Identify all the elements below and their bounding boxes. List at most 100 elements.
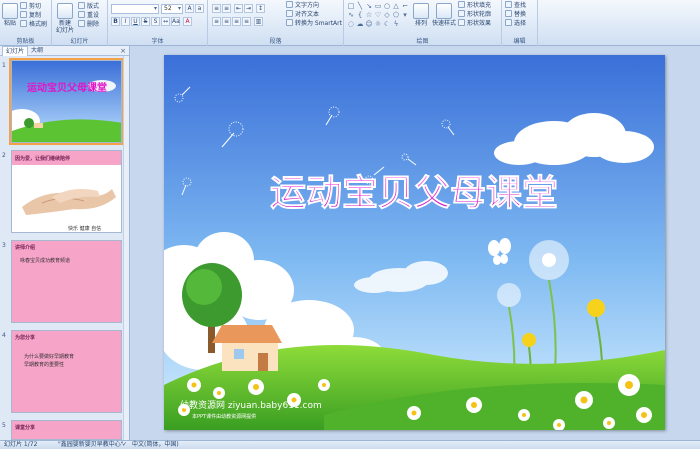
clipboard-group: 粘贴 剪切 复制 格式刷 剪贴板: [0, 0, 52, 46]
spell-check-icon[interactable]: ✓: [122, 441, 127, 449]
delete-slide-button[interactable]: 删除: [78, 20, 99, 29]
align-text-button[interactable]: 对齐文本: [286, 10, 319, 19]
underline-button[interactable]: U: [131, 17, 140, 26]
thumb-number: 3: [2, 242, 6, 249]
shape-line-icon[interactable]: ╲: [356, 2, 364, 10]
panel-scrollbar[interactable]: [123, 56, 129, 440]
slide-count: 幻灯片 1/72: [4, 441, 38, 448]
slide-thumbnail-2[interactable]: 因为爱，让我们继续陪伴 快乐 健康 自信: [11, 150, 122, 233]
thumb-3-line1: 咏春宝贝成功教育频道: [20, 258, 71, 264]
thumb-1-title: 运动宝贝父母课堂: [27, 81, 107, 94]
thumb-number: 4: [2, 332, 6, 339]
slide-thumbnail-1[interactable]: 运动宝贝父母课堂: [9, 58, 124, 145]
editing-group: 查找 替换 选择 编辑: [502, 0, 538, 46]
slide-thumbnail-3[interactable]: 讲师介绍 咏春宝贝成功教育频道: [11, 240, 122, 323]
align-text-icon: [286, 10, 293, 17]
shadow-button[interactable]: S: [151, 17, 160, 26]
shape-outline-button[interactable]: 形状轮廓: [458, 10, 491, 19]
text-direction-button[interactable]: 文字方向: [286, 1, 319, 10]
case-button[interactable]: Aa: [171, 17, 180, 26]
reset-button[interactable]: 重设: [78, 11, 99, 20]
tab-slides[interactable]: 幻灯片: [2, 46, 29, 56]
shape-oval-icon[interactable]: ○: [383, 2, 391, 10]
shape-pentagon-icon[interactable]: ⬠: [392, 11, 400, 19]
align-center-button[interactable]: ≡: [222, 17, 231, 26]
layout-icon: [78, 2, 85, 9]
replace-button[interactable]: 替换: [505, 10, 526, 19]
shrink-font-button[interactable]: a: [195, 4, 204, 13]
font-color-button[interactable]: A: [183, 17, 192, 26]
drawing-label: 绘图: [416, 38, 429, 45]
shape-sun-icon[interactable]: ☼: [374, 20, 382, 28]
strikethrough-button[interactable]: S: [141, 17, 150, 26]
shape-fill-button[interactable]: 形状填充: [458, 1, 491, 10]
thumb-3-title: 讲师介绍: [15, 245, 36, 251]
slide-thumbnail-5[interactable]: 课堂分享: [11, 420, 122, 440]
shape-bend-icon[interactable]: ⌐: [401, 2, 409, 10]
shape-bolt-icon[interactable]: ϟ: [392, 20, 400, 28]
line-spacing-button[interactable]: ↕: [256, 4, 265, 13]
font-name-combo[interactable]: [111, 4, 159, 14]
fill-icon: [458, 1, 465, 8]
find-button[interactable]: 查找: [505, 1, 526, 10]
paste-button[interactable]: 粘贴: [2, 3, 18, 27]
shape-triangle-icon[interactable]: △: [392, 2, 400, 10]
arrange-button[interactable]: 排列: [412, 3, 430, 27]
quick-styles-icon: [436, 3, 452, 19]
bullets-button[interactable]: ≡: [212, 4, 221, 13]
house: [212, 325, 282, 371]
smartart-button[interactable]: 转换为 SmartArt: [286, 19, 342, 28]
shape-arrow-icon[interactable]: ↘: [365, 2, 373, 10]
close-icon[interactable]: ×: [120, 46, 126, 56]
format-painter-button[interactable]: 格式刷: [20, 20, 47, 29]
slides-label: 幻灯片: [70, 38, 89, 45]
shape-more-icon[interactable]: ▾: [401, 11, 409, 19]
decrease-indent-button[interactable]: ⇤: [234, 4, 243, 13]
new-slide-icon: [57, 3, 73, 19]
cut-button[interactable]: 剪切: [20, 2, 41, 11]
slide-title[interactable]: 运动宝贝父母课堂: [270, 173, 559, 215]
shape-smile-icon[interactable]: ☺: [365, 20, 373, 28]
watermark-small: 本PPT课件由幼教资源网提供: [192, 413, 256, 420]
hands-image: [22, 189, 116, 215]
shape-star-icon[interactable]: ☆: [365, 11, 373, 19]
shape-effects-button[interactable]: 形状效果: [458, 19, 491, 28]
numbering-button[interactable]: ≡: [222, 4, 231, 13]
shape-rect-icon[interactable]: □: [347, 2, 355, 10]
font-size-combo[interactable]: 52: [161, 4, 183, 14]
columns-button[interactable]: ▥: [254, 17, 263, 26]
ribbon: 粘贴 剪切 复制 格式刷 剪贴板 新建 幻灯片 版式 重设 删除 幻灯片 52 …: [0, 0, 700, 46]
font-group: 52 A a B I U S S ↔ Aa A 字体: [108, 0, 208, 46]
current-slide[interactable]: 运动宝贝父母课堂 幼教资源网 ziyuan.baby611.com 本PPT课件…: [164, 55, 665, 430]
slides-group: 新建 幻灯片 版式 重设 删除 幻灯片: [52, 0, 108, 46]
bold-button[interactable]: B: [111, 17, 120, 26]
slide-thumbnail-4[interactable]: 为您分享 为什么要做好早期教育 早期教育的重要性: [11, 330, 122, 413]
layout-button[interactable]: 版式: [78, 2, 99, 11]
grow-font-button[interactable]: A: [185, 4, 194, 13]
align-right-button[interactable]: ≡: [232, 17, 241, 26]
shape-diamond-icon[interactable]: ◇: [383, 11, 391, 19]
shape-heart-icon[interactable]: ♡: [374, 11, 382, 19]
justify-button[interactable]: ≡: [242, 17, 251, 26]
italic-button[interactable]: I: [121, 17, 130, 26]
thumb-number: 2: [2, 152, 6, 159]
copy-button[interactable]: 复制: [20, 11, 41, 20]
paragraph-label: 段落: [269, 38, 282, 45]
align-left-button[interactable]: ≡: [212, 17, 221, 26]
select-button[interactable]: 选择: [505, 19, 526, 28]
tab-outline[interactable]: 大纲: [28, 46, 46, 56]
thumb-4-line1: 为什么要做好早期教育: [24, 354, 75, 360]
smartart-icon: [286, 19, 293, 26]
shape-callout-icon[interactable]: ◌: [347, 20, 355, 28]
quick-styles-button[interactable]: 快速样式: [430, 3, 458, 27]
shape-square-icon[interactable]: ▭: [374, 2, 382, 10]
increase-indent-button[interactable]: ⇥: [244, 4, 253, 13]
status-bar: 幻灯片 1/72 "鑫园婴新婴贝早教中心" ✓ 中文(简体，中国): [0, 440, 700, 449]
shape-cloud-icon[interactable]: ☁: [356, 20, 364, 28]
thumb-number: 1: [2, 62, 6, 69]
new-slide-button[interactable]: 新建 幻灯片: [55, 3, 75, 34]
shape-curve-icon[interactable]: ∿: [347, 11, 355, 19]
spacing-button[interactable]: ↔: [161, 17, 170, 26]
shape-moon-icon[interactable]: ☾: [383, 20, 391, 28]
shape-brace-icon[interactable]: {: [356, 11, 364, 19]
